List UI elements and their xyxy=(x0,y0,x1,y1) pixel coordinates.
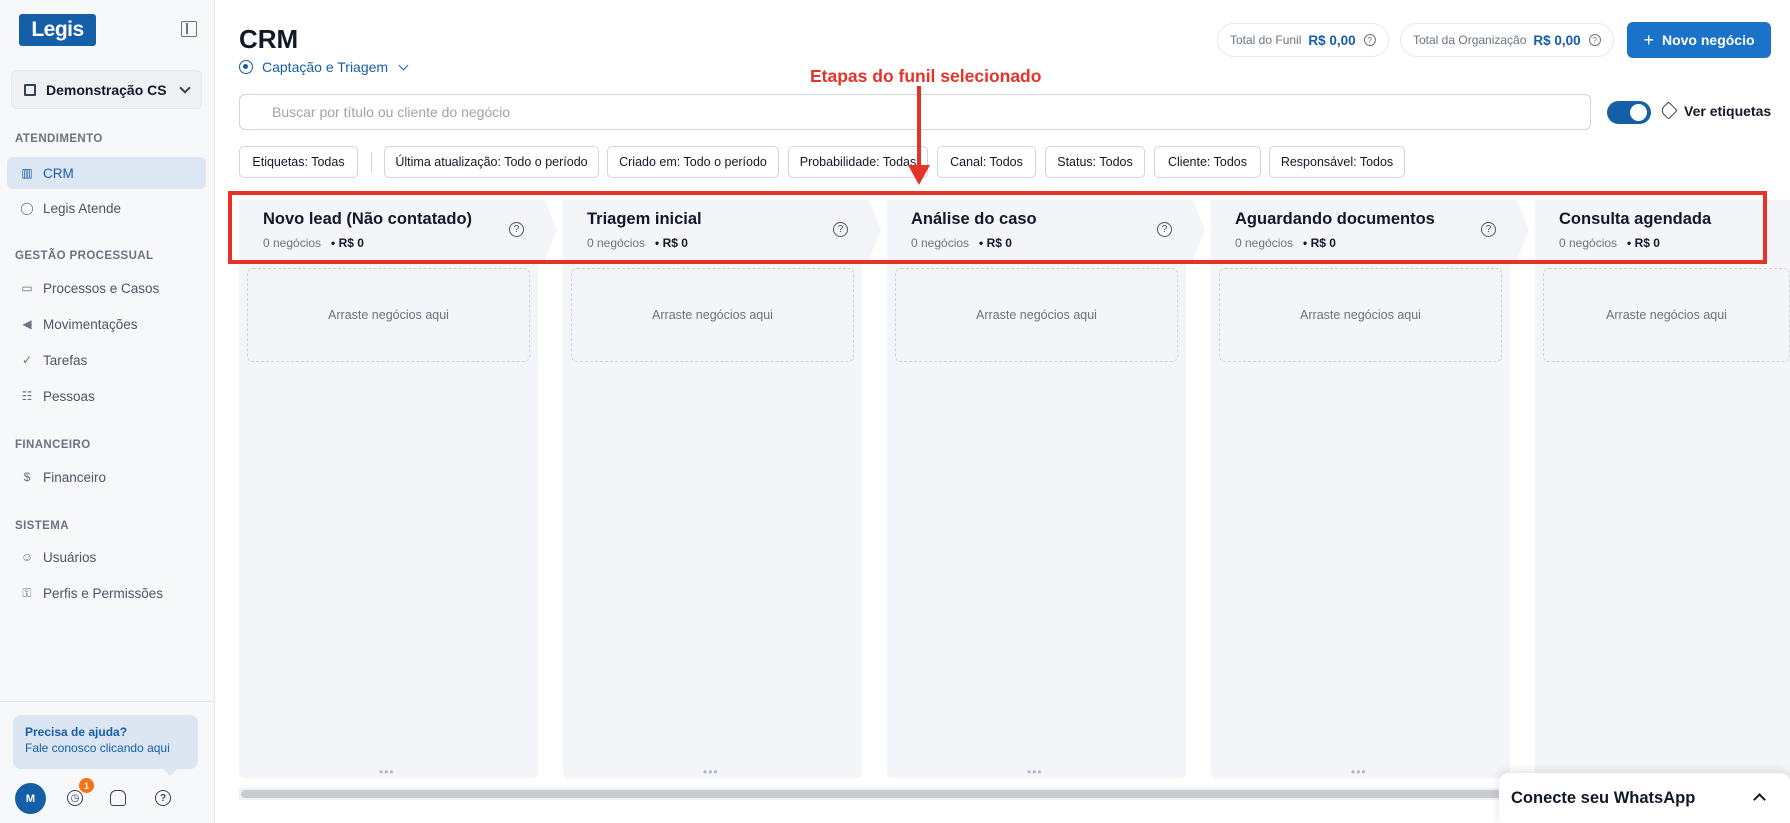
page-title: CRM xyxy=(239,24,299,54)
section-title-sistema: SISTEMA xyxy=(15,520,69,532)
sidebar-item-label: Financeiro xyxy=(43,469,107,485)
plus-icon: + xyxy=(1643,29,1654,50)
whatsapp-connect-label: Conecte seu WhatsApp xyxy=(1511,788,1696,807)
section-title-gestao: GESTÃO PROCESSUAL xyxy=(15,250,154,262)
filter-chip-tags[interactable]: Etiquetas: Todas xyxy=(239,146,358,178)
tags-toggle[interactable] xyxy=(1607,101,1651,124)
help-circle-icon[interactable]: ? xyxy=(155,790,171,806)
drop-zone[interactable]: Arraste negócios aqui xyxy=(895,268,1178,362)
target-icon xyxy=(239,60,253,74)
kanban-icon: ▥ xyxy=(21,166,33,180)
total-org-value: R$ 0,00 xyxy=(1533,32,1581,48)
chevron-up-icon[interactable] xyxy=(1753,793,1766,806)
sidebar-item-crm[interactable]: ▥ CRM xyxy=(7,157,206,189)
horizontal-scrollbar[interactable] xyxy=(241,790,1531,798)
sidebar-item-label: Legis Atende xyxy=(43,200,122,216)
tags-toggle-label[interactable]: Ver etiquetas xyxy=(1684,103,1771,119)
sidebar-item-processos[interactable]: ▭ Processos e Casos xyxy=(7,272,206,304)
drop-zone[interactable]: Arraste negócios aqui xyxy=(571,268,854,362)
annotation-arrow-head xyxy=(908,165,930,185)
more-icon[interactable]: ••• xyxy=(1027,765,1043,779)
sidebar-collapse-icon[interactable] xyxy=(181,21,197,37)
filter-chip-status[interactable]: Status: Todos xyxy=(1045,146,1145,178)
total-funnel-value: R$ 0,00 xyxy=(1308,32,1356,48)
new-deal-button[interactable]: + Novo negócio xyxy=(1627,22,1771,58)
new-deal-label: Novo negócio xyxy=(1661,32,1755,48)
total-org-box: Total da Organização R$ 0,00 ? xyxy=(1400,23,1614,57)
divider xyxy=(0,701,215,702)
drop-zone[interactable]: Arraste negócios aqui xyxy=(1219,268,1502,362)
sidebar-item-perfis[interactable]: ⚿ Perfis e Permissões xyxy=(7,577,206,609)
sidebar-item-label: Perfis e Permissões xyxy=(43,585,164,601)
sidebar-item-financeiro[interactable]: $ Financeiro xyxy=(7,461,206,493)
total-org-label: Total da Organização xyxy=(1413,33,1527,47)
sidebar-item-movimentacoes[interactable]: ◀ Movimentações xyxy=(7,308,206,340)
help-link[interactable]: Fale conosco clicando aqui xyxy=(25,741,186,755)
sidebar-item-tarefas[interactable]: ✓ Tarefas xyxy=(7,344,206,376)
help-circle-icon[interactable]: ? xyxy=(1588,34,1601,46)
clock-icon[interactable]: ◷ xyxy=(67,790,83,806)
sidebar-item-label: Movimentações xyxy=(43,316,138,332)
organization-select[interactable]: Demonstração CS xyxy=(11,70,202,109)
check-circle-icon: ✓ xyxy=(21,353,33,367)
drop-zone[interactable]: Arraste negócios aqui xyxy=(1543,268,1790,362)
annotation-arrow xyxy=(917,86,921,167)
sidebar-item-pessoas[interactable]: ☷ Pessoas xyxy=(7,380,206,412)
help-title: Precisa de ajuda? xyxy=(25,725,128,739)
building-icon xyxy=(24,83,36,96)
chevron-down-icon xyxy=(179,81,191,94)
whatsapp-connect-panel[interactable]: Conecte seu WhatsApp xyxy=(1499,773,1790,823)
more-icon[interactable]: ••• xyxy=(703,765,719,779)
filter-chip-created[interactable]: Criado em: Todo o período xyxy=(607,146,779,178)
bell-icon[interactable] xyxy=(110,790,126,806)
chevron-down-icon xyxy=(398,60,409,70)
section-title-atendimento: ATENDIMENTO xyxy=(15,133,103,145)
filter-chip-probability[interactable]: Probabilidade: Todas xyxy=(788,146,928,178)
sidebar: Legis Demonstração CS ATENDIMENTO ▥ CRM … xyxy=(0,0,215,823)
sidebar-item-label: Processos e Casos xyxy=(43,280,160,296)
tag-icon xyxy=(1659,101,1678,120)
logo[interactable]: Legis xyxy=(19,14,96,46)
dollar-icon: $ xyxy=(23,470,31,484)
sidebar-item-label: CRM xyxy=(43,165,74,181)
search-input[interactable]: Buscar por título ou cliente do negócio xyxy=(239,94,1591,130)
people-icon: ☷ xyxy=(21,389,33,403)
avatar[interactable]: M xyxy=(15,783,46,814)
divider xyxy=(371,152,372,172)
more-icon[interactable]: ••• xyxy=(1351,765,1367,779)
sidebar-item-label: Tarefas xyxy=(43,352,88,368)
megaphone-icon: ◀ xyxy=(22,317,32,331)
total-funnel-label: Total do Funil xyxy=(1230,33,1302,47)
sidebar-item-legis-atende[interactable]: ◯ Legis Atende xyxy=(7,192,206,224)
sidebar-item-usuarios[interactable]: ☺ Usuários xyxy=(7,541,206,573)
filter-chip-updated[interactable]: Última atualização: Todo o período xyxy=(384,146,599,178)
notification-badge: 1 xyxy=(79,778,94,793)
annotation-label: Etapas do funil selecionado xyxy=(810,66,1042,86)
funnel-select[interactable]: Captação e Triagem xyxy=(239,59,409,75)
section-title-financeiro: FINANCEIRO xyxy=(15,439,91,451)
organization-name: Demonstração CS xyxy=(46,81,167,98)
help-circle-icon[interactable]: ? xyxy=(1363,34,1376,46)
filter-chip-channel[interactable]: Canal: Todos xyxy=(937,146,1036,178)
filter-chip-owner[interactable]: Responsável: Todos xyxy=(1269,146,1405,178)
filter-chip-client[interactable]: Cliente: Todos xyxy=(1154,146,1261,178)
sidebar-item-label: Pessoas xyxy=(43,388,95,404)
key-icon: ⚿ xyxy=(22,585,32,600)
help-box[interactable]: Precisa de ajuda? Fale conosco clicando … xyxy=(13,715,198,776)
folder-icon: ▭ xyxy=(21,281,33,295)
more-icon[interactable]: ••• xyxy=(379,765,395,779)
funnel-name: Captação e Triagem xyxy=(262,59,389,75)
sidebar-item-label: Usuários xyxy=(43,549,97,565)
annotation-highlight-box xyxy=(228,191,1767,264)
user-icon: ☺ xyxy=(20,550,34,564)
drop-zone[interactable]: Arraste negócios aqui xyxy=(247,268,530,362)
total-funnel-box: Total do Funil R$ 0,00 ? xyxy=(1217,23,1389,57)
whatsapp-icon: ◯ xyxy=(20,201,34,215)
